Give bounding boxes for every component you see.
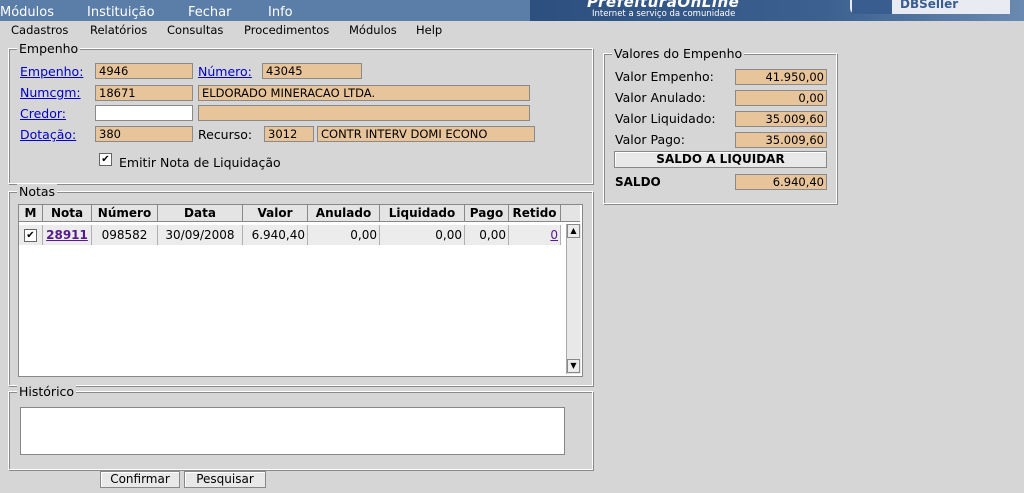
row-cell-m: ✔ <box>19 225 43 245</box>
menu-bar: Cadastros Relatórios Consultas Procedime… <box>0 21 1024 39</box>
notas-legend: Notas <box>17 184 58 199</box>
empenho-legend: Empenho <box>17 41 81 56</box>
row-cell-retido: 0 <box>509 225 561 245</box>
row-cell-pago: 0,00 <box>465 225 509 245</box>
row-cell-anulado: 0,00 <box>308 225 380 245</box>
emitir-nota-checkbox[interactable]: ✔ <box>99 153 112 166</box>
row-cell-nota: 28911 <box>43 225 92 245</box>
col-pago: Pago <box>465 205 509 222</box>
valor-liquidado-label: Valor Liquidado: <box>615 111 716 126</box>
valor-liquidado-value: 35.009,60 <box>735 111 827 127</box>
menu-relatorios[interactable]: Relatórios <box>90 23 147 37</box>
notas-scrollbar[interactable]: ▲ ▼ <box>566 224 581 374</box>
empenho-value[interactable]: 4946 <box>95 63 193 79</box>
brand-logo-text: DBSeller <box>900 0 959 11</box>
numero-value[interactable]: 43045 <box>262 63 362 79</box>
credor-name <box>198 105 530 121</box>
numcgm-value[interactable]: 18671 <box>95 85 193 101</box>
dotacao-value[interactable]: 380 <box>95 126 193 142</box>
saldo-label: SALDO <box>615 175 661 189</box>
row-checkbox[interactable]: ✔ <box>24 229 37 242</box>
saldo-value: 6.940,40 <box>735 174 827 190</box>
valor-anulado-label: Valor Anulado: <box>615 90 706 105</box>
emitir-nota-label: Emitir Nota de Liquidação <box>119 155 281 170</box>
credor-input[interactable] <box>95 105 193 121</box>
valores-legend: Valores do Empenho <box>612 46 745 61</box>
valor-empenho-value: 41.950,00 <box>735 69 827 85</box>
pesquisar-button[interactable]: Pesquisar <box>184 471 266 488</box>
recurso-value: 3012 <box>264 126 314 142</box>
valor-pago-value: 35.009,60 <box>735 132 827 148</box>
topmenu-modulos[interactable]: Módulos <box>0 5 54 20</box>
recurso-name: CONTR INTERV DOMI ECONO <box>317 126 535 142</box>
nota-link[interactable]: 28911 <box>46 228 88 242</box>
numcgm-link[interactable]: Numcgm: <box>20 85 81 100</box>
col-m: M <box>19 205 43 222</box>
confirmar-button[interactable]: Confirmar <box>100 471 180 488</box>
menu-help[interactable]: Help <box>416 23 442 37</box>
retido-link[interactable]: 0 <box>550 228 558 242</box>
topmenu-instituicao[interactable]: Instituição <box>87 5 155 20</box>
historico-textarea[interactable] <box>20 407 565 455</box>
row-cell-numero: 098582 <box>92 225 158 245</box>
menu-procedimentos[interactable]: Procedimentos <box>244 23 329 37</box>
menu-consultas[interactable]: Consultas <box>167 23 223 37</box>
historico-legend: Histórico <box>17 384 77 399</box>
col-valor: Valor <box>243 205 308 222</box>
brand-logo-mark <box>852 0 892 14</box>
col-liquidado: Liquidado <box>380 205 465 222</box>
col-data: Data <box>158 205 243 222</box>
valor-anulado-value: 0,00 <box>735 90 827 106</box>
col-retido: Retido <box>509 205 561 222</box>
menu-modulos[interactable]: Módulos <box>349 23 397 37</box>
dotacao-link[interactable]: Dotação: <box>20 127 76 142</box>
recurso-label: Recurso: <box>198 127 253 142</box>
banner-subtitle: Internet a serviço da comunidade <box>592 9 736 19</box>
scroll-down-icon[interactable]: ▼ <box>567 359 580 373</box>
col-anulado: Anulado <box>308 205 380 222</box>
saldo-a-liquidar-button[interactable]: SALDO A LIQUIDAR <box>614 151 827 168</box>
row-cell-data: 30/09/2008 <box>158 225 243 245</box>
valor-empenho-label: Valor Empenho: <box>615 69 714 84</box>
topmenu-info[interactable]: Info <box>268 5 293 20</box>
credor-link[interactable]: Credor: <box>20 106 66 121</box>
banner-logo: PrefeituraOnLine Internet a serviço da c… <box>530 0 1024 21</box>
scroll-up-icon[interactable]: ▲ <box>567 224 580 238</box>
valor-pago-label: Valor Pago: <box>615 132 685 147</box>
empenho-link[interactable]: Empenho: <box>20 64 83 79</box>
col-numero: Número <box>92 205 158 222</box>
top-bar: Módulos Instituição Fechar Info Prefeitu… <box>0 0 1024 21</box>
numcgm-name: ELDORADO MINERACAO LTDA. <box>198 85 530 101</box>
topmenu-fechar[interactable]: Fechar <box>188 5 231 20</box>
row-cell-valor: 6.940,40 <box>243 225 308 245</box>
col-spacer <box>561 205 580 222</box>
numero-link[interactable]: Número: <box>198 64 252 79</box>
row-cell-liquidado: 0,00 <box>380 225 465 245</box>
menu-cadastros[interactable]: Cadastros <box>11 23 68 37</box>
col-nota: Nota <box>43 205 92 222</box>
